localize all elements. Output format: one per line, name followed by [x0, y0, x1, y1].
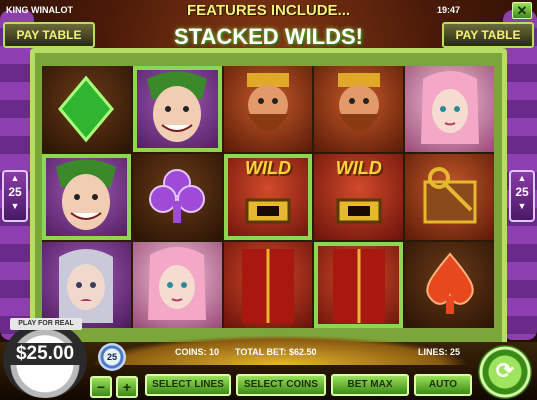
symbol-king-wild — [314, 242, 404, 328]
wild-label: WILD — [244, 158, 291, 178]
select-lines-button[interactable]: SELECT LINES — [145, 374, 231, 396]
jester-icon — [147, 71, 208, 142]
king-icon — [337, 73, 380, 132]
spin-button[interactable]: ⟳ — [478, 345, 532, 399]
belt-buckle-icon — [245, 198, 291, 224]
symbol-king-wild — [223, 66, 313, 152]
lines-count: 25 — [515, 185, 529, 199]
lines-count: 25 — [8, 185, 22, 199]
belt-buckle-icon — [336, 198, 382, 224]
symbol-princess — [132, 242, 222, 328]
spade-icon — [426, 252, 474, 314]
lines-selector-left[interactable]: ▲ 25 ▼ — [2, 170, 28, 222]
symbol-diamond — [42, 66, 131, 152]
pay-table-button-left[interactable]: PAY TABLE — [3, 22, 95, 48]
symbol-queen — [42, 242, 131, 328]
decrease-button[interactable]: − — [90, 376, 112, 398]
auto-button[interactable]: AUTO — [414, 374, 472, 396]
reels-grid: WILD WILD — [42, 66, 494, 328]
play-for-real-button[interactable]: PLAY FOR REAL — [10, 318, 82, 330]
symbol-jester — [42, 154, 131, 240]
features-banner: FEATURES INCLUDE... — [186, 2, 351, 19]
symbol-king-wild: WILD — [223, 154, 313, 240]
arrow-down-icon[interactable]: ▼ — [4, 200, 26, 212]
pay-table-button-right[interactable]: PAY TABLE — [442, 22, 534, 48]
total-bet-value: $62.50 — [289, 347, 317, 357]
symbol-king-wild — [223, 242, 313, 328]
symbol-club — [132, 154, 222, 240]
symbol-spade — [405, 242, 494, 328]
arrow-up-icon[interactable]: ▲ — [511, 172, 533, 184]
club-icon — [149, 169, 206, 223]
lines-label: LINES: — [418, 347, 448, 357]
symbol-treasure-key — [405, 154, 494, 240]
treasure-key-icon — [423, 167, 477, 224]
jester-icon — [56, 159, 117, 230]
balance-total: $1,765 — [29, 381, 61, 392]
lines-info: LINES: 25 — [418, 347, 460, 357]
symbol-jester — [132, 66, 222, 152]
coins-label: COINS: — [175, 347, 207, 357]
symbol-princess — [405, 66, 494, 152]
lines-value: 25 — [450, 347, 461, 357]
select-coins-button[interactable]: SELECT COINS — [236, 374, 326, 396]
coins-info: COINS: 10 — [175, 347, 219, 357]
balance-amount: $25.00 — [6, 343, 84, 365]
king-robe-icon — [241, 249, 294, 323]
princess-icon — [420, 71, 479, 144]
total-bet-info: TOTAL BET: $62.50 — [235, 347, 317, 357]
king-icon — [246, 73, 289, 132]
lines-selector-right[interactable]: ▲ 25 ▼ — [509, 170, 535, 222]
coins-value: 10 — [209, 347, 220, 357]
diamond-icon — [58, 75, 115, 143]
arrow-down-icon[interactable]: ▼ — [511, 200, 533, 212]
increase-button[interactable]: + — [116, 376, 138, 398]
queen-icon — [59, 249, 114, 323]
king-robe-icon — [332, 249, 385, 323]
coin-value-chip[interactable]: 25 — [98, 343, 126, 371]
wild-label: WILD — [335, 158, 382, 178]
symbol-king-wild — [314, 66, 404, 152]
princess-icon — [148, 247, 207, 320]
arrow-up-icon[interactable]: ▲ — [4, 172, 26, 184]
symbol-king-wild: WILD — [314, 154, 404, 240]
total-bet-label: TOTAL BET: — [235, 347, 287, 357]
bet-max-button[interactable]: BET MAX — [331, 374, 409, 396]
